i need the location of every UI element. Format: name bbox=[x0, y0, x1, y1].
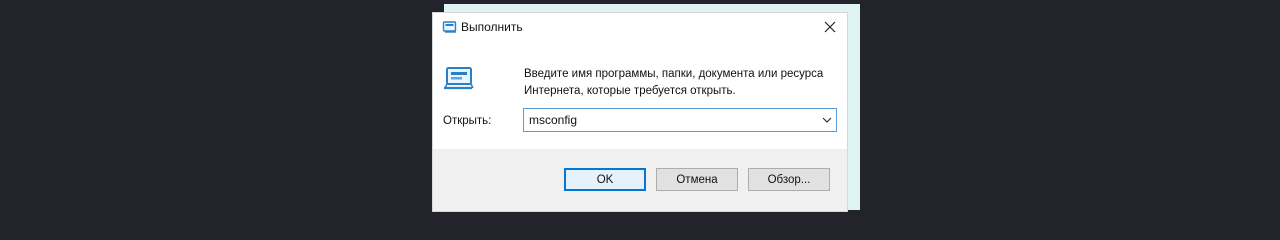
browse-button[interactable]: Обзор... bbox=[748, 168, 830, 191]
open-input[interactable] bbox=[524, 109, 817, 131]
open-label: Открыть: bbox=[443, 115, 492, 127]
run-program-icon bbox=[444, 67, 474, 90]
dropdown-button[interactable] bbox=[818, 109, 836, 131]
instructions-line-2: Интернета, которые требуется открыть. bbox=[524, 85, 736, 97]
title-bar[interactable]: Выполнить bbox=[433, 13, 847, 43]
cancel-button[interactable]: Отмена bbox=[656, 168, 738, 191]
open-combobox[interactable] bbox=[523, 108, 837, 132]
chevron-down-icon bbox=[822, 117, 832, 123]
instructions-text: Введите имя программы, папки, документа … bbox=[524, 66, 844, 100]
run-dialog: Выполнить Введите имя программы, папки, … bbox=[432, 12, 848, 212]
desktop-backdrop: Выполнить Введите имя программы, папки, … bbox=[0, 0, 1280, 220]
button-bar: OK Отмена Обзор... bbox=[433, 149, 847, 211]
ok-button[interactable]: OK bbox=[564, 168, 646, 191]
close-icon bbox=[824, 21, 836, 33]
run-dialog-icon bbox=[442, 21, 457, 33]
window-title: Выполнить bbox=[461, 20, 523, 34]
instructions-line-1: Введите имя программы, папки, документа … bbox=[524, 68, 824, 80]
close-button[interactable] bbox=[813, 13, 847, 41]
